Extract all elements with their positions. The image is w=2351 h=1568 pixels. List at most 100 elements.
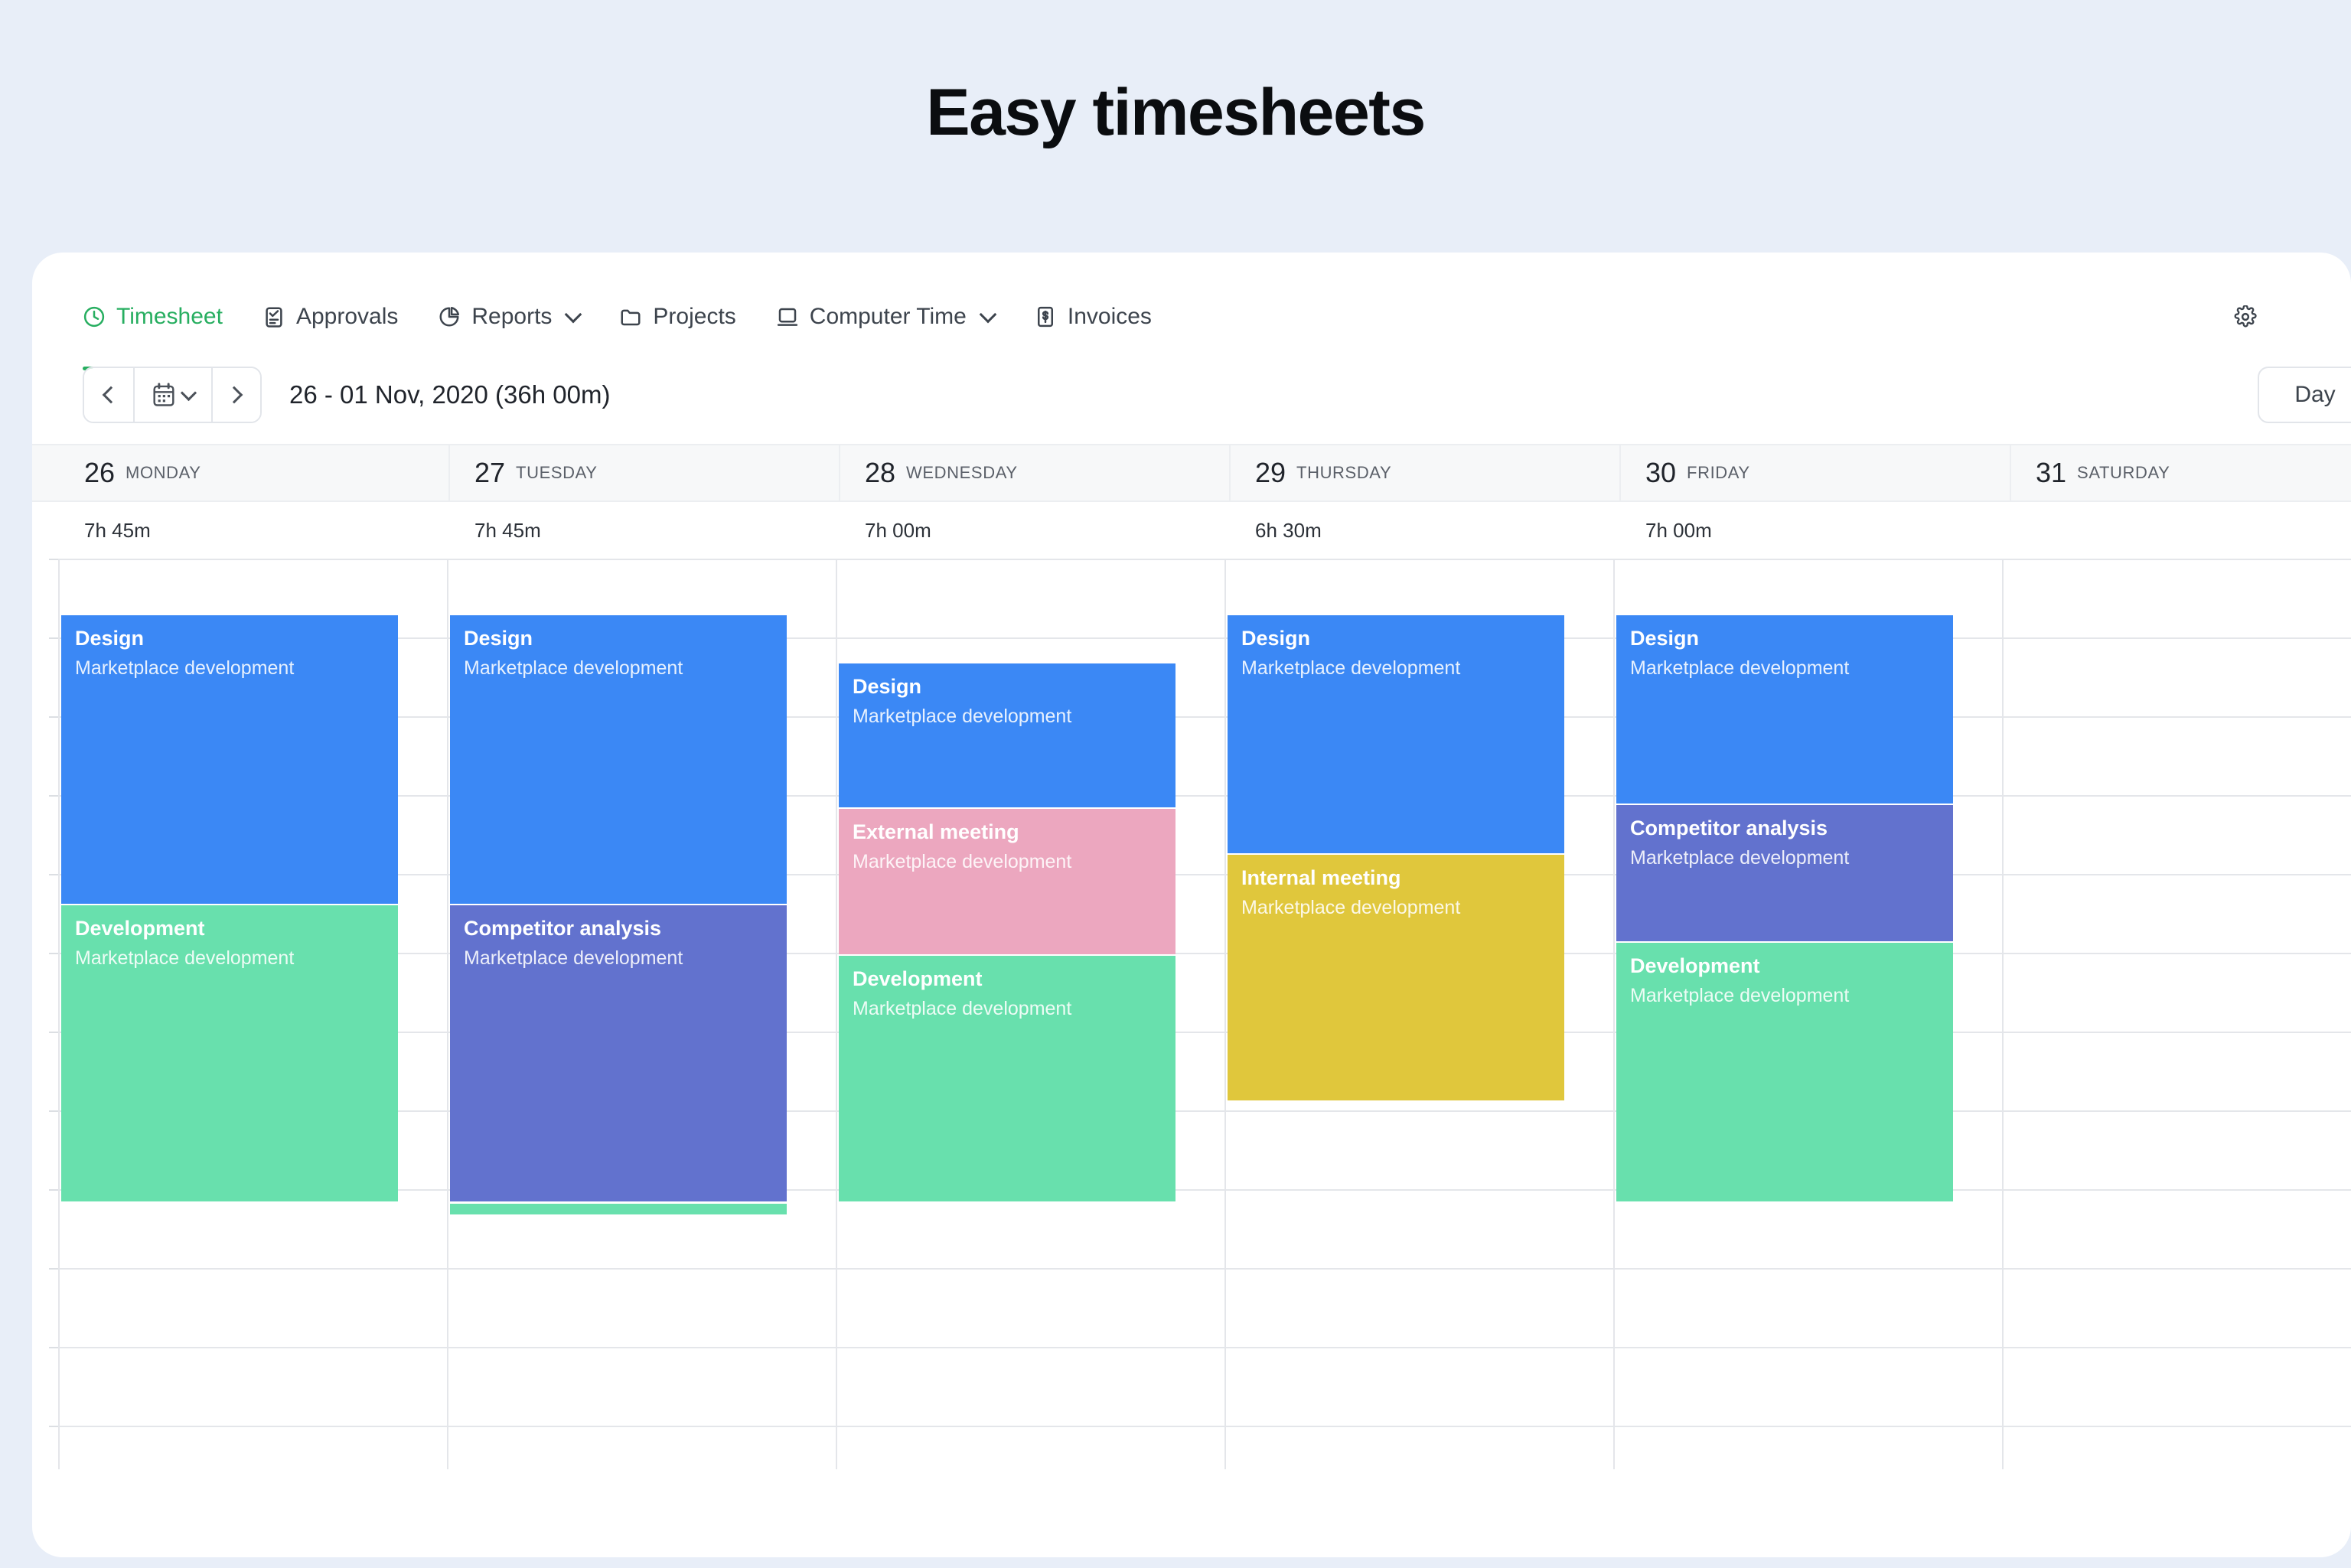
calendar-icon (152, 383, 174, 406)
day-column-thursday[interactable]: Design Marketplace development Internal me… (1224, 559, 1615, 1469)
entry-project: Marketplace development (1241, 897, 1461, 919)
grid-row-line (2004, 716, 2351, 718)
grid-row-line (60, 1426, 447, 1427)
entry-title: Design (1241, 627, 1311, 650)
entry-project: Marketplace development (464, 947, 683, 970)
grid-row-line (448, 1268, 836, 1270)
date-range-label: 26 - 01 Nov, 2020 (36h 00m) (289, 380, 611, 409)
entry-title: Development (853, 967, 983, 990)
tab-reports[interactable]: Reports (438, 253, 582, 346)
day-header-monday[interactable]: 26 MONDAY (60, 445, 450, 500)
entry-title: Competitor analysis (1630, 817, 1828, 839)
day-totals-row: 7h 45m 7h 45m 7h 00m 6h 30m 7h 00m (32, 502, 2351, 559)
tab-label: Invoices (1067, 304, 1152, 329)
prev-week-button[interactable] (84, 368, 133, 422)
tab-label: Projects (653, 304, 736, 329)
tab-invoices[interactable]: Invoices (1034, 253, 1152, 346)
settings-button[interactable] (2225, 298, 2265, 338)
timesheet-entry[interactable]: Design Marketplace development (1228, 615, 1564, 853)
entry-project: Marketplace development (1241, 657, 1461, 680)
day-column-wednesday[interactable]: Design Marketplace development External me… (836, 559, 1226, 1469)
timesheet-entry[interactable]: Development Marketplace development (1616, 943, 1953, 1201)
grid-row-line (1615, 1268, 2002, 1270)
grid-row-line (837, 1347, 1224, 1348)
day-header-thursday[interactable]: 29 THURSDAY (1231, 445, 1621, 500)
folder-icon (619, 305, 642, 328)
calendar-picker-button[interactable] (133, 368, 211, 422)
grid-row-line (1226, 1110, 1613, 1112)
entry-title: External meeting (853, 820, 1019, 843)
pie-chart-icon (438, 305, 461, 328)
tab-label: Timesheet (116, 304, 223, 329)
grid-row-line (448, 559, 836, 560)
day-total-saturday (2011, 502, 2351, 559)
entry-project: Marketplace development (1630, 985, 1850, 1007)
timesheet-entry[interactable]: Development Marketplace development (839, 956, 1176, 1201)
entry-title: Design (853, 675, 922, 698)
day-header-tuesday[interactable]: 27 TUESDAY (450, 445, 840, 500)
clock-icon (83, 305, 106, 328)
entry-project: Marketplace development (853, 851, 1072, 873)
entry-title: Development (75, 917, 205, 940)
time-gutter-header (32, 445, 60, 500)
day-number: 28 (865, 457, 896, 488)
day-total-thursday: 6h 30m (1255, 518, 1322, 542)
timesheet-entry[interactable]: Competitor analysis Marketplace developme… (450, 905, 787, 1201)
timesheet-entry[interactable]: Design Marketplace development (839, 663, 1176, 807)
grid-row-line (837, 1268, 1224, 1270)
grid-row-line (837, 559, 1224, 560)
tab-label: Computer Time (809, 304, 967, 329)
entry-title: Design (1630, 627, 1700, 650)
timesheet-entry[interactable]: Design Marketplace development (61, 615, 398, 904)
grid-row-line (60, 559, 447, 560)
day-total-monday: 7h 45m (84, 518, 151, 542)
next-week-button[interactable] (211, 368, 260, 422)
grid-row-line (1615, 1426, 2002, 1427)
entry-title: Internal meeting (1241, 866, 1401, 889)
day-header-wednesday[interactable]: 28 WEDNESDAY (840, 445, 1231, 500)
timesheet-entry[interactable]: External meeting Marketplace development (839, 809, 1176, 954)
grid-row-line (1226, 559, 1613, 560)
view-mode-button[interactable]: Day (2258, 367, 2351, 423)
day-column-monday[interactable]: Design Marketplace development Development… (58, 559, 448, 1469)
time-gutter (32, 559, 60, 1469)
checklist-icon (262, 305, 285, 328)
day-name: THURSDAY (1296, 463, 1392, 482)
tab-label: Reports (471, 304, 553, 329)
entry-project: Marketplace development (75, 657, 295, 680)
tab-bar: Timesheet Approvals Reports Projects Compute… (32, 253, 2351, 370)
day-header-saturday[interactable]: 31 SATURDAY (2011, 445, 2351, 500)
day-column-friday[interactable]: Design Marketplace development Competitor … (1613, 559, 2004, 1469)
grid-row-line (1615, 559, 2002, 560)
timesheet-entry[interactable] (450, 1204, 787, 1214)
day-number: 27 (474, 457, 506, 488)
day-column-saturday[interactable] (2002, 559, 2351, 1469)
entry-project: Marketplace development (1630, 657, 1850, 680)
grid-row-line (2004, 874, 2351, 875)
day-name: SATURDAY (2077, 463, 2170, 482)
timesheet-entry[interactable]: Design Marketplace development (450, 615, 787, 904)
grid-row-line (1226, 1347, 1613, 1348)
grid-row-line (2004, 1268, 2351, 1270)
timesheet-entry[interactable]: Design Marketplace development (1616, 615, 1953, 804)
grid-row-line (1226, 1268, 1613, 1270)
day-header-friday[interactable]: 30 FRIDAY (1621, 445, 2011, 500)
day-column-tuesday[interactable]: Design Marketplace development Competitor … (447, 559, 837, 1469)
app-card: Timesheet Approvals Reports Projects Compute… (32, 253, 2351, 1557)
grid-row-line (2004, 953, 2351, 954)
gear-icon (2234, 304, 2257, 332)
tab-computer-time[interactable]: Computer Time (776, 253, 997, 346)
timesheet-entry[interactable]: Development Marketplace development (61, 905, 398, 1201)
timesheet-entry[interactable]: Competitor analysis Marketplace developme… (1616, 805, 1953, 941)
day-number: 29 (1255, 457, 1286, 488)
tab-projects[interactable]: Projects (619, 253, 736, 346)
day-number: 26 (84, 457, 116, 488)
grid-row-line (2004, 1110, 2351, 1112)
page-title: Easy timesheets (926, 76, 1426, 149)
tab-timesheet[interactable]: Timesheet (83, 253, 223, 370)
timesheet-entry[interactable]: Internal meeting Marketplace development (1228, 855, 1564, 1100)
grid-row-line (448, 1347, 836, 1348)
date-nav-group (83, 367, 262, 423)
tab-approvals[interactable]: Approvals (262, 253, 398, 346)
entry-title: Design (75, 627, 145, 650)
